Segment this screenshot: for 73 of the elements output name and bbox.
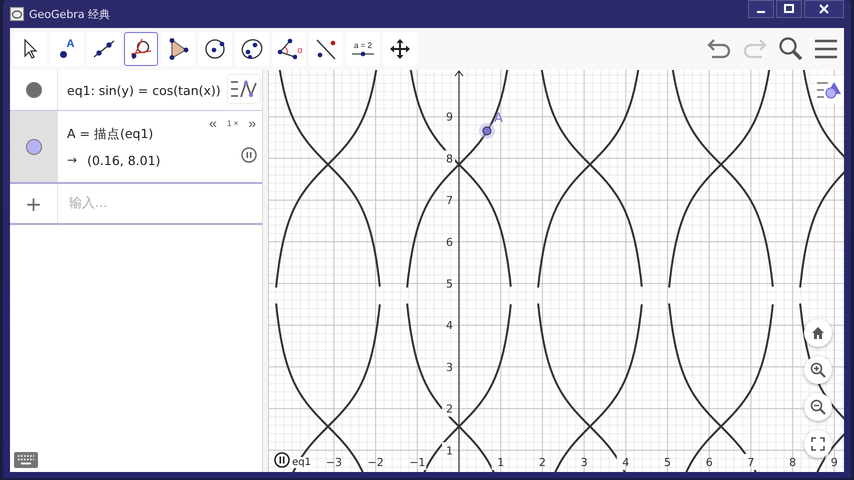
speed-button[interactable]: 1 × [224, 118, 240, 128]
x-tick-label: 1 [497, 456, 504, 469]
zoom-out-icon [810, 399, 826, 415]
equation-text[interactable]: eq1: sin(y) = cos(tan(x)) [67, 82, 262, 98]
visibility-dot[interactable] [26, 138, 42, 154]
tangent-tool-button[interactable] [124, 32, 158, 66]
x-tick-label: 2 [538, 456, 546, 469]
circle-tool-button[interactable] [198, 32, 232, 66]
algebra-style-icon[interactable] [228, 75, 260, 103]
zoom-out-button[interactable] [804, 393, 832, 421]
y-tick-label: 2 [446, 402, 454, 416]
home-button[interactable] [804, 319, 832, 347]
window-title: GeoGebra 经典 [29, 6, 110, 22]
slider-icon [351, 51, 375, 57]
visibility-dot[interactable] [26, 82, 42, 98]
circle-with-center-icon [203, 37, 227, 61]
reflect-tool-button[interactable] [309, 32, 343, 66]
menu-icon[interactable] [814, 39, 838, 59]
x-tick-label: 7 [747, 456, 754, 469]
tangent-circle-icon [129, 37, 153, 61]
slider-tool-button[interactable]: a = 2 [346, 32, 380, 66]
add-item-button[interactable]: + [25, 192, 42, 216]
fullscreen-icon [811, 437, 825, 451]
point-a[interactable] [479, 122, 496, 139]
zoom-in-icon [810, 362, 826, 378]
x-tick-label: 3 [580, 456, 588, 469]
maximize-button[interactable] [776, 0, 802, 18]
y-tick-label: 7 [446, 194, 454, 208]
pause-icon[interactable] [274, 452, 290, 468]
output-arrow: → [67, 153, 78, 167]
keyboard-icon[interactable] [14, 452, 38, 468]
curve-label: eq1 [291, 457, 312, 468]
minimize-icon [757, 11, 765, 13]
point-icon [60, 50, 67, 58]
home-icon [811, 326, 825, 340]
polygon-tool-button[interactable] [161, 32, 195, 66]
zoom-in-button[interactable] [804, 356, 832, 384]
pan-tool-button[interactable] [383, 32, 417, 66]
point-tool-button[interactable]: A [50, 32, 84, 66]
close-icon [819, 4, 829, 14]
y-tick-label: 4 [446, 319, 454, 332]
ellipse-icon [240, 37, 264, 61]
app-logo-icon [10, 7, 24, 21]
x-tick-label: 5 [664, 456, 672, 469]
minimize-button[interactable] [748, 0, 774, 18]
maximize-icon [784, 4, 794, 14]
move-tool-button[interactable] [13, 32, 47, 66]
input-field[interactable]: 输入... [67, 195, 241, 212]
four-way-arrow-icon [388, 37, 412, 61]
x-tick-label: 8 [789, 456, 796, 469]
y-tick-label: 9 [446, 110, 454, 124]
x-tick-label: −3 [326, 456, 342, 469]
y-tick-label: 1 [446, 444, 454, 458]
y-tick-label: 6 [446, 236, 454, 249]
conic-tool-button[interactable] [235, 32, 269, 66]
x-tick-label: −2 [368, 456, 384, 469]
angle-tool-button[interactable]: α [272, 32, 306, 66]
x-tick-label: 9 [830, 456, 838, 469]
fullscreen-button[interactable] [804, 430, 832, 458]
angle-icon [275, 37, 298, 61]
point-value-text: (0.16, 8.01) [87, 152, 160, 168]
x-tick-label: 4 [622, 456, 630, 469]
y-tick-label: 5 [446, 278, 454, 290]
close-button[interactable] [804, 0, 844, 18]
x-tick-label: −1 [409, 456, 426, 469]
point-label: A [494, 110, 503, 126]
x-tick-label: 6 [706, 456, 713, 469]
line-tool-button[interactable] [87, 32, 121, 66]
y-tick-label: 8 [446, 152, 454, 166]
undo-icon[interactable] [706, 39, 732, 59]
y-tick-label: 3 [446, 360, 454, 374]
search-icon[interactable] [778, 36, 804, 62]
point-and-line-icon [314, 37, 338, 61]
